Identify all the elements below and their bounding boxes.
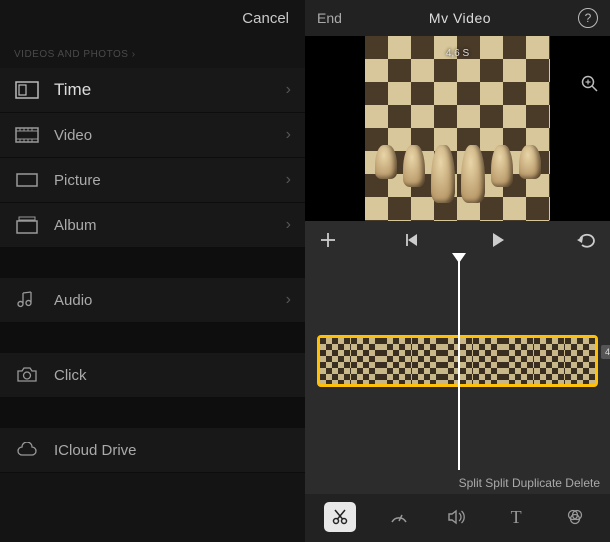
list-item-picture[interactable]: Picture › [0,158,305,203]
timeline[interactable]: 4,6 S [305,255,610,470]
playhead[interactable] [458,255,460,470]
audio-icon [14,290,40,310]
done-button[interactable]: End [317,10,342,26]
album-icon [14,215,40,235]
cut-tool[interactable] [324,502,356,532]
project-title[interactable]: Mv Video [350,10,570,26]
list-label: Click [54,367,291,384]
skip-back-button[interactable] [405,233,425,247]
undo-button[interactable] [576,232,596,248]
list-label: Video [54,127,272,144]
list-label: Picture [54,172,272,189]
cloud-icon [14,440,40,460]
list-label: Audio [54,292,272,309]
list-item-icloud[interactable]: ICloud Drive [0,428,305,473]
preview-area: 4,6 S [305,36,610,221]
list-item-video[interactable]: Video › [0,113,305,158]
cancel-button[interactable]: Cancel [0,0,305,35]
editor-top-bar: End Mv Video ? [305,0,610,36]
help-icon[interactable]: ? [578,8,598,28]
zoom-icon[interactable] [580,74,600,94]
clip-duration-badge: 4,6 S [601,345,610,359]
editor-panel: End Mv Video ? 4,6 S [305,0,610,542]
chevron-right-icon: › [286,171,291,189]
list-item-album[interactable]: Album › [0,203,305,248]
camera-icon [14,365,40,385]
moments-icon [14,80,40,100]
clip-actions[interactable]: Split Split Duplicate Delete [305,470,610,494]
add-media-button[interactable] [319,231,339,249]
filters-tool[interactable] [559,502,591,532]
spacer [0,398,305,428]
media-browser-panel: Cancel VIDEOS AND PHOTOS › Time › Video … [0,0,305,542]
titles-tool[interactable]: T [500,502,532,532]
list-item-camera[interactable]: Click [0,353,305,398]
video-icon [14,125,40,145]
list-item-audio[interactable]: Audio › [0,278,305,323]
chevron-right-icon: › [286,216,291,234]
speed-tool[interactable] [383,502,415,532]
preview-content [365,145,550,203]
chevron-right-icon: › [286,126,291,144]
spacer [0,323,305,353]
photo-icon [14,170,40,190]
volume-tool[interactable] [441,502,473,532]
preview-duration-label: 4,6 S [446,48,469,59]
list-label: Time [54,80,272,100]
chevron-right-icon: › [286,81,291,99]
chevron-right-icon: › [286,291,291,309]
playback-controls [305,221,610,255]
section-header-videos-photos: VIDEOS AND PHOTOS › [0,35,305,68]
preview-frame[interactable]: 4,6 S [365,36,550,221]
list-label: ICloud Drive [54,442,291,459]
spacer [0,248,305,278]
list-label: Album [54,217,272,234]
play-button[interactable] [490,232,510,248]
list-item-time[interactable]: Time › [0,68,305,113]
tool-bar: T [305,494,610,542]
